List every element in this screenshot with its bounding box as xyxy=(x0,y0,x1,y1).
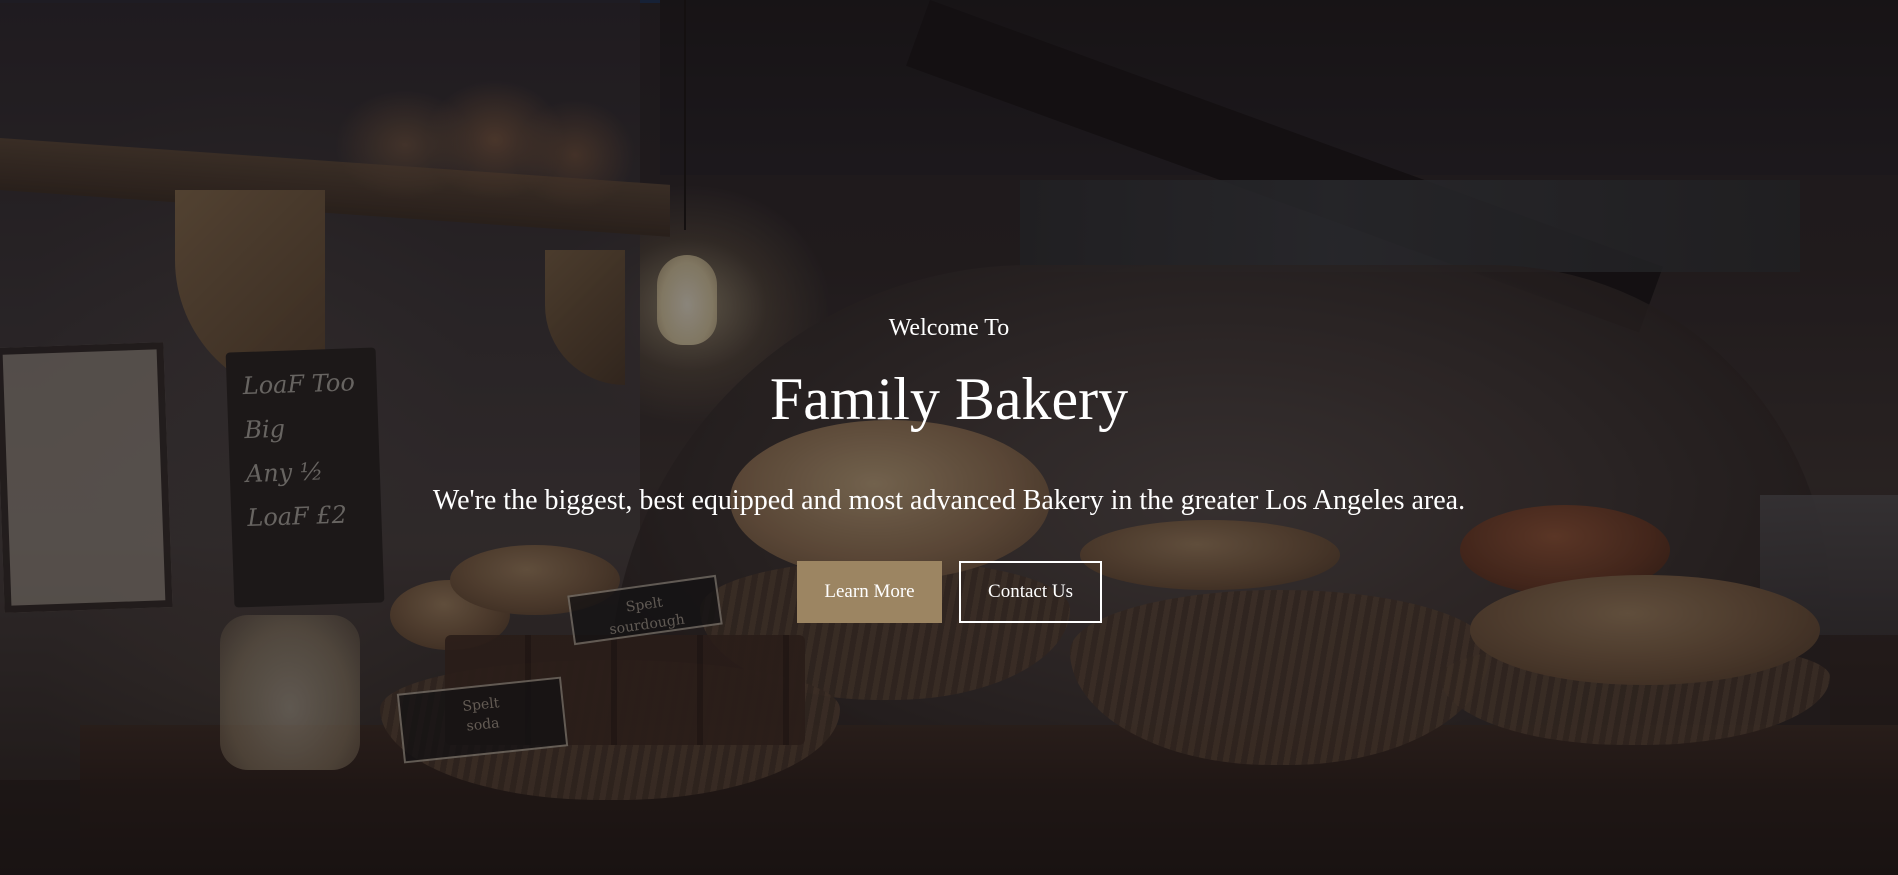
page-title: Family Bakery xyxy=(769,366,1129,432)
contact-us-button[interactable]: Contact Us xyxy=(959,561,1102,623)
hero-tagline: We're the biggest, best equipped and mos… xyxy=(432,485,1466,516)
learn-more-button[interactable]: Learn More xyxy=(797,561,942,623)
hero-section: LoaF Too Big Any ½ LoaF £2 Spelt sourdou… xyxy=(0,0,1898,875)
welcome-subtitle: Welcome To xyxy=(888,315,1010,341)
hero-content: Welcome To Family Bakery We're the bigge… xyxy=(0,0,1898,875)
